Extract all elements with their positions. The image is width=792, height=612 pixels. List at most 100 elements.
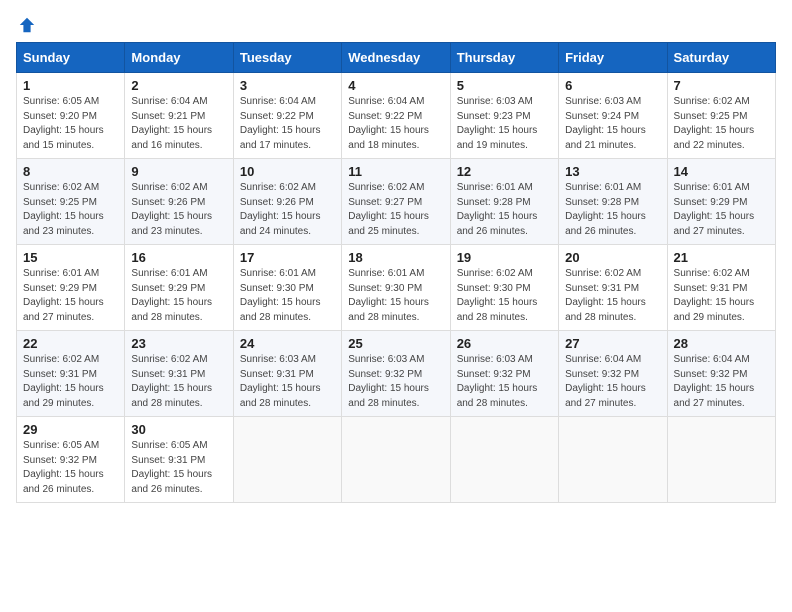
day-info: Sunrise: 6:01 AMSunset: 9:30 PMDaylight:… (348, 267, 443, 325)
calendar-cell: 25 Sunrise: 6:03 AMSunset: 9:32 PMDayligh… (342, 331, 450, 417)
day-number: 13 (565, 164, 660, 179)
calendar-cell (450, 417, 558, 503)
day-info: Sunrise: 6:02 AMSunset: 9:25 PMDaylight:… (23, 181, 118, 239)
calendar-week-row: 1 Sunrise: 6:05 AMSunset: 9:20 PMDaylight… (17, 73, 776, 159)
col-header-friday: Friday (559, 43, 667, 73)
day-info: Sunrise: 6:01 AMSunset: 9:29 PMDaylight:… (674, 181, 769, 239)
day-number: 9 (131, 164, 226, 179)
calendar-cell: 21Sunrise: 6:02 AMSunset: 9:31 PMDayligh… (667, 245, 775, 331)
day-number: 23 (131, 336, 226, 351)
day-number: 29 (23, 422, 118, 437)
day-info: Sunrise: 6:02 AMSunset: 9:26 PMDaylight:… (131, 181, 226, 239)
day-info: Sunrise: 6:03 AMSunset: 9:32 PMDaylight:… (348, 353, 443, 411)
day-info: Sunrise: 6:02 AMSunset: 9:25 PMDaylight:… (674, 95, 769, 153)
col-header-saturday: Saturday (667, 43, 775, 73)
day-info: Sunrise: 6:05 AMSunset: 9:20 PMDaylight:… (23, 95, 118, 153)
col-header-monday: Monday (125, 43, 233, 73)
day-number: 8 (23, 164, 118, 179)
day-number: 14 (674, 164, 769, 179)
day-info: Sunrise: 6:04 AMSunset: 9:32 PMDaylight:… (565, 353, 660, 411)
calendar-cell: 10 Sunrise: 6:02 AMSunset: 9:26 PMDayligh… (233, 159, 341, 245)
calendar-cell: 18Sunrise: 6:01 AMSunset: 9:30 PMDayligh… (342, 245, 450, 331)
day-info: Sunrise: 6:02 AMSunset: 9:31 PMDaylight:… (674, 267, 769, 325)
calendar-cell: 22Sunrise: 6:02 AMSunset: 9:31 PMDayligh… (17, 331, 125, 417)
calendar-cell: 26 Sunrise: 6:03 AMSunset: 9:32 PMDayligh… (450, 331, 558, 417)
day-info: Sunrise: 6:02 AMSunset: 9:31 PMDaylight:… (131, 353, 226, 411)
day-number: 25 (348, 336, 443, 351)
day-info: Sunrise: 6:03 AMSunset: 9:23 PMDaylight:… (457, 95, 552, 153)
day-info: Sunrise: 6:05 AMSunset: 9:32 PMDaylight:… (23, 439, 118, 497)
day-info: Sunrise: 6:04 AMSunset: 9:22 PMDaylight:… (348, 95, 443, 153)
day-number: 2 (131, 78, 226, 93)
day-number: 24 (240, 336, 335, 351)
day-number: 3 (240, 78, 335, 93)
day-info: Sunrise: 6:03 AMSunset: 9:32 PMDaylight:… (457, 353, 552, 411)
calendar-cell: 11 Sunrise: 6:02 AMSunset: 9:27 PMDayligh… (342, 159, 450, 245)
calendar-week-row: 15 Sunrise: 6:01 AMSunset: 9:29 PMDayligh… (17, 245, 776, 331)
day-info: Sunrise: 6:04 AMSunset: 9:21 PMDaylight:… (131, 95, 226, 153)
calendar-cell: 28Sunrise: 6:04 AMSunset: 9:32 PMDayligh… (667, 331, 775, 417)
day-number: 10 (240, 164, 335, 179)
calendar-cell: 27 Sunrise: 6:04 AMSunset: 9:32 PMDayligh… (559, 331, 667, 417)
day-info: Sunrise: 6:02 AMSunset: 9:27 PMDaylight:… (348, 181, 443, 239)
calendar-cell: 7 Sunrise: 6:02 AMSunset: 9:25 PMDaylight… (667, 73, 775, 159)
day-number: 30 (131, 422, 226, 437)
calendar-cell: 13 Sunrise: 6:01 AMSunset: 9:28 PMDayligh… (559, 159, 667, 245)
calendar-header-row: SundayMondayTuesdayWednesdayThursdayFrid… (17, 43, 776, 73)
day-number: 4 (348, 78, 443, 93)
calendar-cell: 14 Sunrise: 6:01 AMSunset: 9:29 PMDayligh… (667, 159, 775, 245)
calendar-cell: 19 Sunrise: 6:02 AMSunset: 9:30 PMDayligh… (450, 245, 558, 331)
day-info: Sunrise: 6:04 AMSunset: 9:32 PMDaylight:… (674, 353, 769, 411)
calendar-cell: 2 Sunrise: 6:04 AMSunset: 9:21 PMDaylight… (125, 73, 233, 159)
calendar-cell: 1 Sunrise: 6:05 AMSunset: 9:20 PMDaylight… (17, 73, 125, 159)
calendar-cell: 8 Sunrise: 6:02 AMSunset: 9:25 PMDaylight… (17, 159, 125, 245)
day-info: Sunrise: 6:03 AMSunset: 9:24 PMDaylight:… (565, 95, 660, 153)
day-number: 6 (565, 78, 660, 93)
logo (16, 16, 36, 30)
day-number: 22 (23, 336, 118, 351)
logo-icon (18, 16, 36, 34)
day-number: 27 (565, 336, 660, 351)
col-header-sunday: Sunday (17, 43, 125, 73)
calendar-cell: 23 Sunrise: 6:02 AMSunset: 9:31 PMDayligh… (125, 331, 233, 417)
calendar-table: SundayMondayTuesdayWednesdayThursdayFrid… (16, 42, 776, 503)
day-number: 15 (23, 250, 118, 265)
calendar-cell: 6 Sunrise: 6:03 AMSunset: 9:24 PMDaylight… (559, 73, 667, 159)
day-info: Sunrise: 6:01 AMSunset: 9:28 PMDaylight:… (457, 181, 552, 239)
calendar-cell: 20Sunrise: 6:02 AMSunset: 9:31 PMDayligh… (559, 245, 667, 331)
day-info: Sunrise: 6:02 AMSunset: 9:26 PMDaylight:… (240, 181, 335, 239)
day-number: 17 (240, 250, 335, 265)
calendar-cell: 5 Sunrise: 6:03 AMSunset: 9:23 PMDaylight… (450, 73, 558, 159)
calendar-cell: 15 Sunrise: 6:01 AMSunset: 9:29 PMDayligh… (17, 245, 125, 331)
calendar-week-row: 8 Sunrise: 6:02 AMSunset: 9:25 PMDaylight… (17, 159, 776, 245)
calendar-cell (233, 417, 341, 503)
day-number: 26 (457, 336, 552, 351)
day-info: Sunrise: 6:04 AMSunset: 9:22 PMDaylight:… (240, 95, 335, 153)
day-info: Sunrise: 6:05 AMSunset: 9:31 PMDaylight:… (131, 439, 226, 497)
day-number: 11 (348, 164, 443, 179)
calendar-cell (667, 417, 775, 503)
col-header-thursday: Thursday (450, 43, 558, 73)
calendar-week-row: 29 Sunrise: 6:05 AMSunset: 9:32 PMDayligh… (17, 417, 776, 503)
col-header-wednesday: Wednesday (342, 43, 450, 73)
day-number: 1 (23, 78, 118, 93)
day-number: 19 (457, 250, 552, 265)
day-number: 16 (131, 250, 226, 265)
day-info: Sunrise: 6:03 AMSunset: 9:31 PMDaylight:… (240, 353, 335, 411)
day-number: 7 (674, 78, 769, 93)
calendar-cell (559, 417, 667, 503)
calendar-cell: 16 Sunrise: 6:01 AMSunset: 9:29 PMDayligh… (125, 245, 233, 331)
day-info: Sunrise: 6:01 AMSunset: 9:30 PMDaylight:… (240, 267, 335, 325)
calendar-cell: 9 Sunrise: 6:02 AMSunset: 9:26 PMDaylight… (125, 159, 233, 245)
day-info: Sunrise: 6:01 AMSunset: 9:29 PMDaylight:… (23, 267, 118, 325)
day-info: Sunrise: 6:01 AMSunset: 9:28 PMDaylight:… (565, 181, 660, 239)
day-number: 12 (457, 164, 552, 179)
day-number: 20 (565, 250, 660, 265)
calendar-cell: 12 Sunrise: 6:01 AMSunset: 9:28 PMDayligh… (450, 159, 558, 245)
day-info: Sunrise: 6:01 AMSunset: 9:29 PMDaylight:… (131, 267, 226, 325)
day-info: Sunrise: 6:02 AMSunset: 9:30 PMDaylight:… (457, 267, 552, 325)
day-number: 5 (457, 78, 552, 93)
page-header (16, 16, 776, 30)
calendar-cell: 24 Sunrise: 6:03 AMSunset: 9:31 PMDayligh… (233, 331, 341, 417)
calendar-week-row: 22 Sunrise: 6:02 AMSunset: 9:31 PMDayligh… (17, 331, 776, 417)
